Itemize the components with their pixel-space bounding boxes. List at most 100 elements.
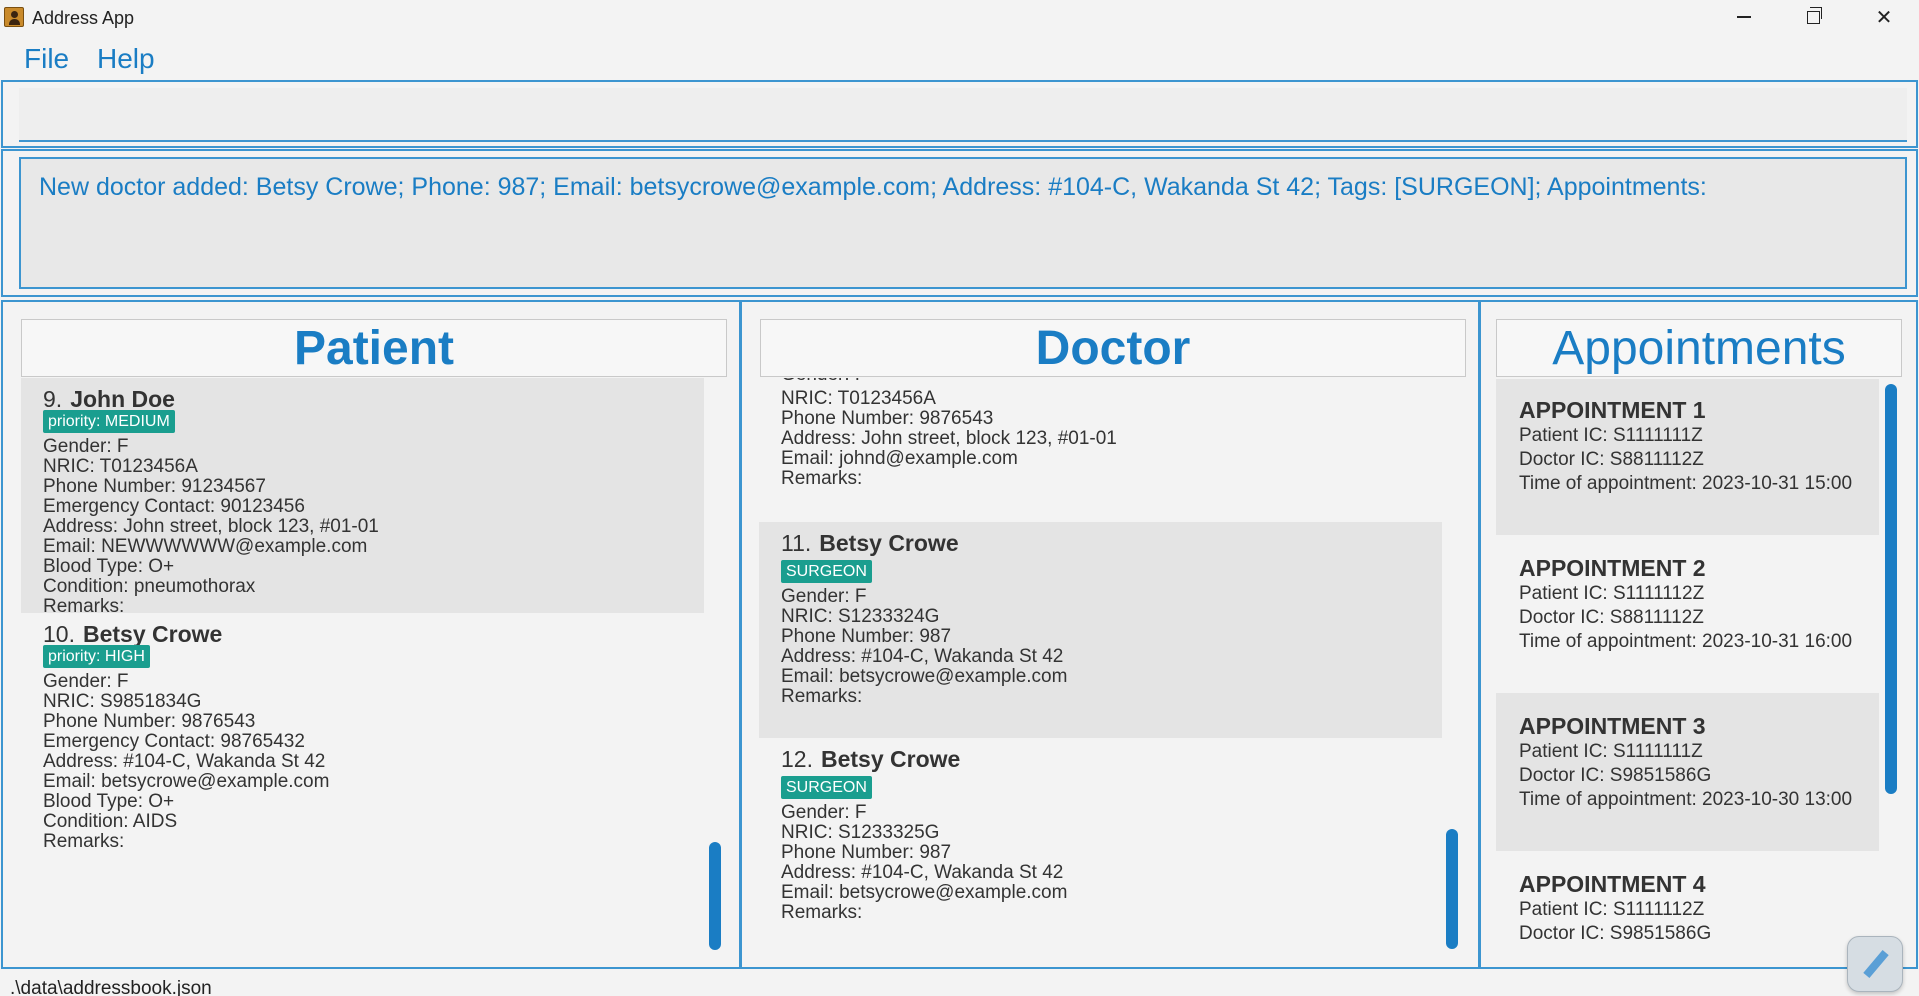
result-display-container: New doctor added: Betsy Crowe; Phone: 98… bbox=[1, 149, 1918, 297]
specialty-tag: SURGEON bbox=[781, 776, 872, 799]
restore-icon bbox=[1806, 6, 1822, 24]
appointment-card[interactable]: APPOINTMENT 3 Patient IC: S1111111Z Doct… bbox=[1496, 693, 1879, 851]
appointment-time: Time of appointment: 2023-10-31 15:00 bbox=[1519, 473, 1853, 494]
patient-name: Betsy Crowe bbox=[82, 621, 223, 647]
result-display[interactable]: New doctor added: Betsy Crowe; Phone: 98… bbox=[19, 157, 1907, 289]
command-box bbox=[1, 80, 1918, 148]
doctor-nric: NRIC: T0123456A bbox=[781, 388, 936, 409]
menu-file[interactable]: File bbox=[24, 43, 69, 75]
appointments-panel-title: Appointments bbox=[1496, 319, 1902, 377]
doctor-card-title: 11. Betsy Crowe bbox=[781, 530, 959, 557]
doctor-nric: NRIC: S1233325G bbox=[781, 822, 940, 843]
close-icon: ✕ bbox=[1875, 6, 1893, 29]
doctor-email: Email: betsycrowe@example.com bbox=[781, 882, 1068, 903]
patient-index: 9. bbox=[43, 386, 63, 412]
patient-emergency-contact: Emergency Contact: 90123456 bbox=[43, 496, 305, 517]
patient-address: Address: #104-C, Wakanda St 42 bbox=[43, 751, 326, 772]
doctor-phone: Phone Number: 987 bbox=[781, 842, 952, 863]
appointment-card[interactable]: APPOINTMENT 1 Patient IC: S1111111Z Doct… bbox=[1496, 379, 1879, 535]
menu-bar: File Help bbox=[0, 36, 1919, 76]
patient-gender: Gender: F bbox=[43, 436, 129, 457]
doctor-address: Address: #104-C, Wakanda St 42 bbox=[781, 862, 1064, 883]
doctor-list-scrollbar[interactable] bbox=[1446, 829, 1458, 949]
doctor-index: 12. bbox=[781, 746, 813, 772]
appointment-list-scrollbar[interactable] bbox=[1885, 384, 1897, 794]
result-message: New doctor added: Betsy Crowe; Phone: 98… bbox=[39, 173, 1707, 201]
storage-path: .\data\addressbook.json bbox=[10, 978, 212, 996]
appointment-patient-ic: Patient IC: S1111111Z bbox=[1519, 741, 1703, 762]
appointment-list[interactable]: APPOINTMENT 1 Patient IC: S1111111Z Doct… bbox=[1496, 378, 1890, 967]
doctor-card[interactable]: 12. Betsy Crowe SURGEON Gender: F NRIC: S… bbox=[759, 738, 1442, 954]
window-title: Address App bbox=[32, 8, 135, 28]
appointment-doctor-ic: Doctor IC: S9851586G bbox=[1519, 923, 1712, 944]
patient-list[interactable]: 9. John Doe priority: MEDIUM Gender: F NR… bbox=[21, 378, 721, 955]
patient-address: Address: John street, block 123, #01-01 bbox=[43, 516, 379, 537]
floating-assistant-icon[interactable] bbox=[1847, 936, 1903, 992]
appointment-doctor-ic: Doctor IC: S8811112Z bbox=[1519, 607, 1704, 628]
doctor-gender: Gender: F bbox=[781, 378, 867, 386]
patient-panel: Patient 9. John Doe priority: MEDIUM Gend… bbox=[1, 300, 741, 969]
doctor-email: Email: johnd@example.com bbox=[781, 448, 1018, 469]
patient-nric: NRIC: S9851834G bbox=[43, 691, 202, 712]
patient-gender: Gender: F bbox=[43, 671, 129, 692]
patient-email: Email: NEWWWWWW@example.com bbox=[43, 536, 368, 557]
patient-blood-type: Blood Type: O+ bbox=[43, 556, 175, 577]
appointment-patient-ic: Patient IC: S1111112Z bbox=[1519, 583, 1705, 604]
appointment-time: Time of appointment: 2023-10-31 16:00 bbox=[1519, 631, 1853, 652]
doctor-list[interactable]: Gender: F NRIC: T0123456A Phone Number: … bbox=[759, 378, 1459, 955]
doctor-card[interactable]: 11. Betsy Crowe SURGEON Gender: F NRIC: S… bbox=[759, 522, 1442, 738]
priority-tag: priority: HIGH bbox=[43, 645, 150, 668]
patient-phone: Phone Number: 91234567 bbox=[43, 476, 266, 497]
appointment-title: APPOINTMENT 2 bbox=[1519, 555, 1706, 581]
patient-panel-title: Patient bbox=[21, 319, 727, 377]
appointment-title: APPOINTMENT 4 bbox=[1519, 871, 1706, 897]
patient-emergency-contact: Emergency Contact: 98765432 bbox=[43, 731, 305, 752]
menu-help[interactable]: Help bbox=[97, 43, 155, 75]
appointments-panel: Appointments APPOINTMENT 1 Patient IC: S… bbox=[1479, 300, 1918, 969]
doctor-panel: Doctor Gender: F NRIC: T0123456A Phone N… bbox=[740, 300, 1480, 969]
appointment-card[interactable]: APPOINTMENT 2 Patient IC: S1111112Z Doct… bbox=[1496, 535, 1879, 693]
patient-name: John Doe bbox=[70, 386, 175, 412]
appointment-patient-ic: Patient IC: S1111112Z bbox=[1519, 899, 1705, 920]
doctor-remarks: Remarks: bbox=[781, 686, 863, 707]
patient-remarks: Remarks: bbox=[43, 831, 125, 852]
doctor-gender: Gender: F bbox=[781, 586, 867, 607]
patient-card-title: 10. Betsy Crowe bbox=[43, 621, 222, 648]
appointment-doctor-ic: Doctor IC: S8811112Z bbox=[1519, 449, 1704, 470]
doctor-card[interactable]: Gender: F NRIC: T0123456A Phone Number: … bbox=[759, 378, 1442, 506]
priority-tag: priority: MEDIUM bbox=[43, 410, 175, 433]
close-button[interactable]: ✕ bbox=[1849, 0, 1919, 34]
patient-card[interactable]: 9. John Doe priority: MEDIUM Gender: F NR… bbox=[21, 378, 704, 617]
restore-button[interactable] bbox=[1778, 0, 1848, 34]
minimize-icon bbox=[1737, 16, 1751, 18]
patient-list-scrollbar[interactable] bbox=[709, 842, 721, 950]
doctor-address: Address: #104-C, Wakanda St 42 bbox=[781, 646, 1064, 667]
patient-card[interactable]: 10. Betsy Crowe priority: HIGH Gender: F … bbox=[21, 613, 704, 913]
patient-card-title: 9. John Doe bbox=[43, 386, 175, 413]
patient-phone: Phone Number: 9876543 bbox=[43, 711, 256, 732]
appointment-card[interactable]: APPOINTMENT 4 Patient IC: S1111112Z Doct… bbox=[1496, 851, 1879, 967]
patient-nric: NRIC: T0123456A bbox=[43, 456, 198, 477]
appointment-title: APPOINTMENT 3 bbox=[1519, 713, 1706, 739]
appointment-doctor-ic: Doctor IC: S9851586G bbox=[1519, 765, 1712, 786]
doctor-phone: Phone Number: 987 bbox=[781, 626, 952, 647]
specialty-tag: SURGEON bbox=[781, 560, 872, 583]
patient-condition: Condition: AIDS bbox=[43, 811, 178, 832]
doctor-index: 11. bbox=[781, 530, 812, 556]
appointment-title: APPOINTMENT 1 bbox=[1519, 397, 1706, 423]
minimize-button[interactable] bbox=[1709, 0, 1779, 34]
doctor-name: Betsy Crowe bbox=[819, 530, 959, 556]
patient-email: Email: betsycrowe@example.com bbox=[43, 771, 330, 792]
doctor-panel-title: Doctor bbox=[760, 319, 1466, 377]
status-bar: .\data\addressbook.json bbox=[0, 970, 1919, 996]
command-input[interactable] bbox=[19, 88, 1907, 142]
doctor-name: Betsy Crowe bbox=[820, 746, 961, 772]
doctor-card-title: 12. Betsy Crowe bbox=[781, 746, 960, 773]
patient-condition: Condition: pneumothorax bbox=[43, 576, 256, 597]
appointment-time: Time of appointment: 2023-10-30 13:00 bbox=[1519, 789, 1853, 810]
doctor-remarks: Remarks: bbox=[781, 902, 863, 923]
doctor-phone: Phone Number: 9876543 bbox=[781, 408, 994, 429]
doctor-nric: NRIC: S1233324G bbox=[781, 606, 940, 627]
doctor-email: Email: betsycrowe@example.com bbox=[781, 666, 1068, 687]
appointment-patient-ic: Patient IC: S1111111Z bbox=[1519, 425, 1703, 446]
